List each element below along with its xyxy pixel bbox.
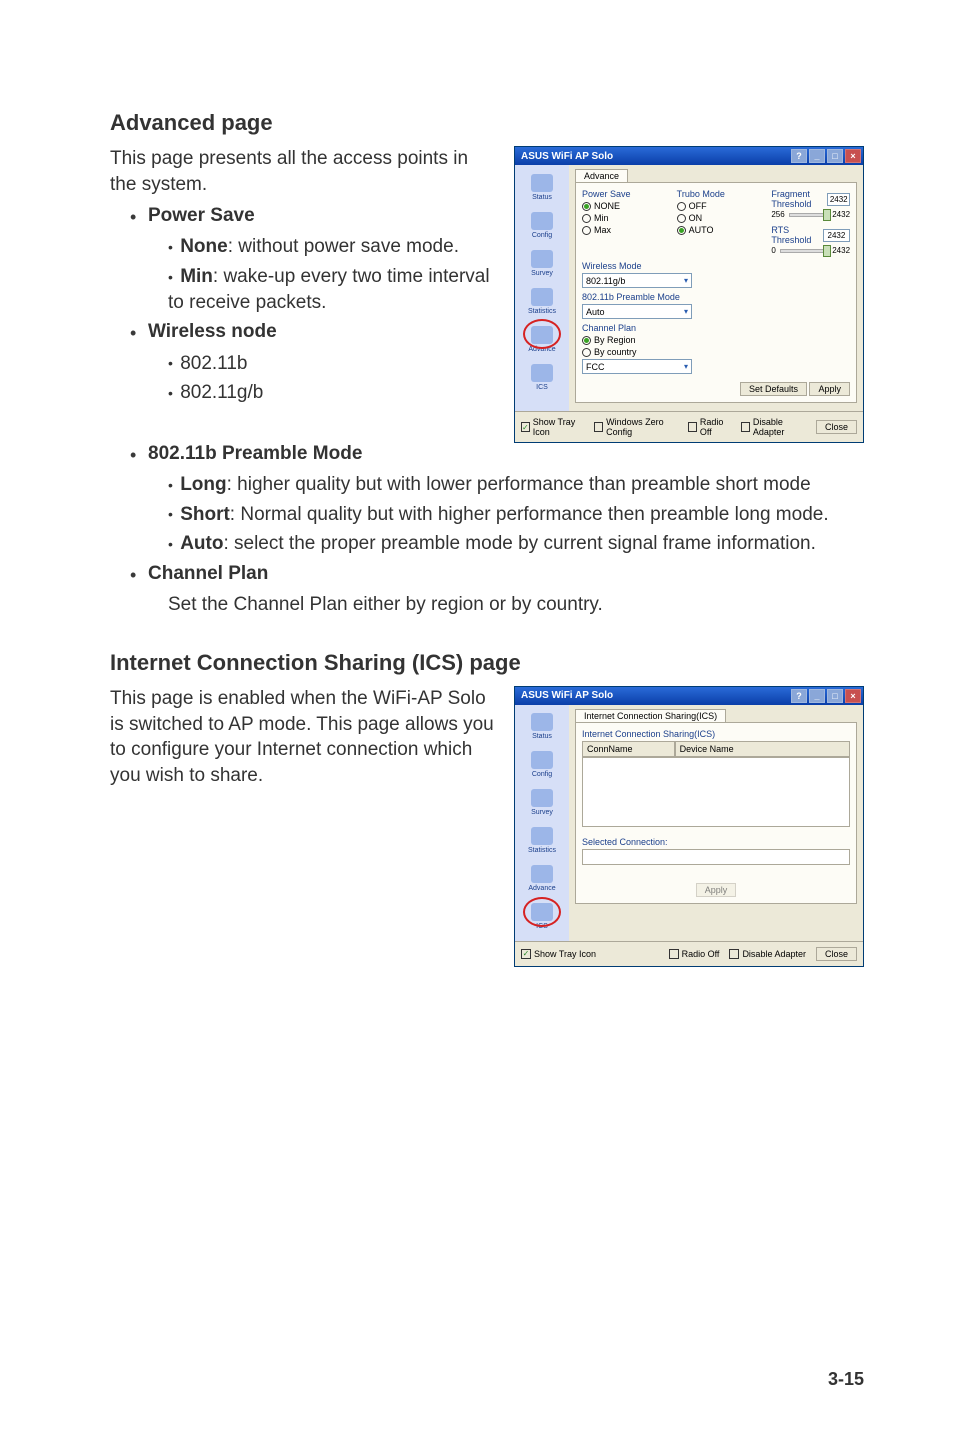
label-channel-plan-text: Channel Plan [148,563,268,585]
window-title: ASUS WiFi AP Solo [521,690,789,701]
nav-config[interactable]: Config [517,207,567,243]
nav-status[interactable]: Status [517,169,567,205]
label-power-save: Power Save [148,205,255,227]
bullet-icon: • [130,321,148,346]
nav-sidebar: Status Config Survey Statistics Advance … [515,705,569,941]
desc-channel-plan: Set the Channel Plan either by region or… [168,592,864,618]
minimize-button[interactable]: _ [809,689,825,703]
chk-disable-adapter[interactable]: Disable Adapter [741,417,806,437]
radio-max[interactable]: Max [582,225,661,235]
connection-list[interactable] [582,757,850,827]
radio-trubo-auto[interactable]: AUTO [677,225,756,235]
label-channel-plan: Channel Plan [582,323,850,333]
close-bottom-button[interactable]: Close [816,947,857,961]
nav-sidebar: Status Config Survey Statistics Advance … [515,165,569,411]
bullet-icon: • [130,563,148,588]
ics-heading: Internet Connection Sharing(ICS) [582,729,850,739]
nav-survey[interactable]: Survey [517,245,567,281]
chk-wzc[interactable]: Windows Zero Config [594,417,678,437]
titlebar: ASUS WiFi AP Solo ? _ □ × [515,147,863,165]
label-rts-threshold: RTS Threshold [771,225,818,245]
sub-auto: • Auto: select the proper preamble mode … [168,531,864,557]
label-frag-threshold: Fragment Threshold [771,189,823,209]
apply-button[interactable]: Apply [696,883,737,897]
frag-max: 2432 [832,210,850,219]
tab-advance[interactable]: Advance [575,169,628,182]
intro-advanced: This page presents all the access points… [110,146,496,197]
chk-show-tray[interactable]: ✓Show Tray Icon [521,949,596,959]
selected-connection-field[interactable] [582,849,850,865]
label-power-save-group: Power Save [582,189,661,199]
nav-advance[interactable]: Advance [517,321,567,357]
nav-statistics[interactable]: Statistics [517,823,567,859]
sub-power-save-min: • Min: wake-up every two time interval t… [168,264,496,315]
nav-ics[interactable]: ICS [517,359,567,395]
bullet-icon: • [130,205,148,230]
sub-80211gb: • 802.11g/b [168,380,496,406]
screenshot-advance-window: ASUS WiFi AP Solo ? _ □ × Status Config … [514,146,864,443]
rts-min: 0 [771,246,775,255]
close-button[interactable]: × [845,149,861,163]
frag-slider[interactable] [789,213,829,217]
heading-advanced: Advanced page [110,110,864,136]
help-button[interactable]: ? [791,149,807,163]
combo-preamble[interactable]: Auto▾ [582,304,692,319]
rts-slider[interactable] [780,249,828,253]
nav-status[interactable]: Status [517,709,567,745]
tab-ics[interactable]: Internet Connection Sharing(ICS) [575,709,726,722]
sub-power-save-none: • None: without power save mode. [168,234,496,260]
help-button[interactable]: ? [791,689,807,703]
sub-short: • Short: Normal quality but with higher … [168,502,864,528]
chk-radio-off[interactable]: Radio Off [669,949,720,959]
set-defaults-button[interactable]: Set Defaults [740,382,807,396]
label-wireless-mode: Wireless Mode [582,261,850,271]
rts-value[interactable]: 2432 [823,229,850,242]
col-connname[interactable]: ConnName [582,741,675,757]
maximize-button[interactable]: □ [827,149,843,163]
maximize-button[interactable]: □ [827,689,843,703]
intro-ics: This page is enabled when the WiFi-AP So… [110,686,496,789]
frag-value[interactable]: 2432 [827,193,850,206]
radio-by-region[interactable]: By Region [582,335,850,345]
label-wireless-node: Wireless node [148,321,277,343]
nav-advance[interactable]: Advance [517,861,567,897]
titlebar: ASUS WiFi AP Solo ? _ □ × [515,687,863,705]
bullet-icon: • [130,443,148,468]
screenshot-ics-window: ASUS WiFi AP Solo ? _ □ × Status Config … [514,686,864,967]
combo-region[interactable]: FCC▾ [582,359,692,374]
label-selected-connection: Selected Connection: [582,837,850,847]
label-preamble-mode: 802.11b Preamble Mode [582,292,850,302]
col-devicename[interactable]: Device Name [675,741,850,757]
radio-trubo-off[interactable]: OFF [677,201,756,211]
radio-none[interactable]: NONE [582,201,661,211]
radio-trubo-on[interactable]: ON [677,213,756,223]
close-button[interactable]: × [845,689,861,703]
close-bottom-button[interactable]: Close [816,420,857,434]
radio-by-country[interactable]: By country [582,347,850,357]
nav-config[interactable]: Config [517,747,567,783]
label-preamble-mode-text: 802.11b Preamble Mode [148,443,362,465]
chk-radio-off[interactable]: Radio Off [688,417,731,437]
rts-max: 2432 [832,246,850,255]
nav-survey[interactable]: Survey [517,785,567,821]
minimize-button[interactable]: _ [809,149,825,163]
chk-show-tray[interactable]: ✓Show Tray Icon [521,417,584,437]
apply-button[interactable]: Apply [809,382,850,396]
nav-ics[interactable]: ICS [517,899,567,935]
chk-disable-adapter[interactable]: Disable Adapter [729,949,806,959]
sub-long: • Long: higher quality but with lower pe… [168,472,864,498]
label-trubo-group: Trubo Mode [677,189,756,199]
page-number: 3-15 [828,1369,864,1390]
combo-wireless-mode[interactable]: 802.11g/b▾ [582,273,692,288]
window-title: ASUS WiFi AP Solo [521,151,789,162]
heading-ics: Internet Connection Sharing (ICS) page [110,650,864,676]
frag-min: 256 [771,210,784,219]
sub-80211b: • 802.11b [168,351,496,377]
nav-statistics[interactable]: Statistics [517,283,567,319]
radio-min[interactable]: Min [582,213,661,223]
